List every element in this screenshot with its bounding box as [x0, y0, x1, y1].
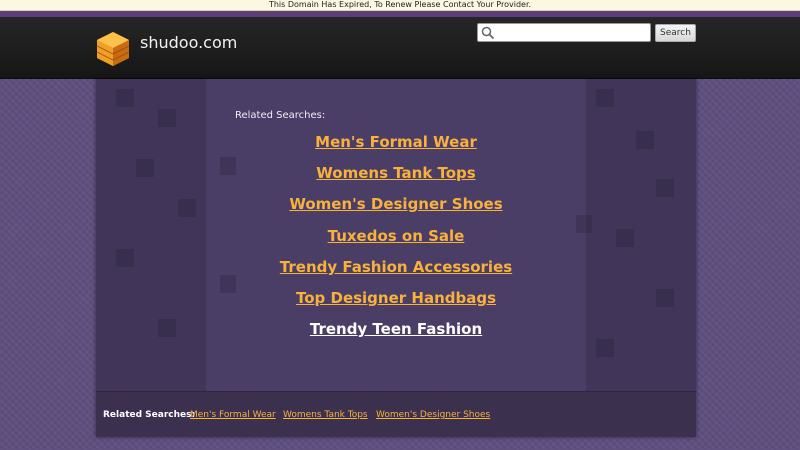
decorative-tile [158, 109, 176, 127]
related-link-womens-designer-shoes[interactable]: Women's Designer Shoes [96, 195, 696, 213]
related-link-womens-tank-tops[interactable]: Womens Tank Tops [96, 164, 696, 182]
footer-related-bar: Related Searches: Men's Formal Wear Wome… [96, 391, 696, 437]
related-link-tuxedos-on-sale[interactable]: Tuxedos on Sale [96, 227, 696, 245]
search-button[interactable]: Search [655, 24, 696, 42]
related-searches-label: Related Searches: [235, 110, 326, 121]
cube-logo-icon[interactable] [96, 31, 130, 67]
footer-related-label: Related Searches: [103, 410, 196, 420]
related-link-trendy-teen-fashion[interactable]: Trendy Teen Fashion [96, 320, 696, 338]
domain-expired-notice: This Domain Has Expired, To Renew Please… [0, 0, 800, 11]
related-link-top-designer-handbags[interactable]: Top Designer Handbags [96, 289, 696, 307]
related-link-trendy-fashion-accessories[interactable]: Trendy Fashion Accessories [96, 258, 696, 276]
footer-link-womens-designer-shoes[interactable]: Women's Designer Shoes [376, 410, 490, 420]
site-name[interactable]: shudoo.com [140, 33, 237, 52]
decorative-tile [116, 89, 134, 107]
search-input[interactable] [477, 23, 651, 42]
related-link-mens-formal-wear[interactable]: Men's Formal Wear [96, 133, 696, 151]
footer-link-mens-formal-wear[interactable]: Men's Formal Wear [190, 410, 276, 420]
decorative-tile [596, 89, 614, 107]
footer-link-womens-tank-tops[interactable]: Womens Tank Tops [283, 410, 368, 420]
decorative-tile [596, 339, 614, 357]
